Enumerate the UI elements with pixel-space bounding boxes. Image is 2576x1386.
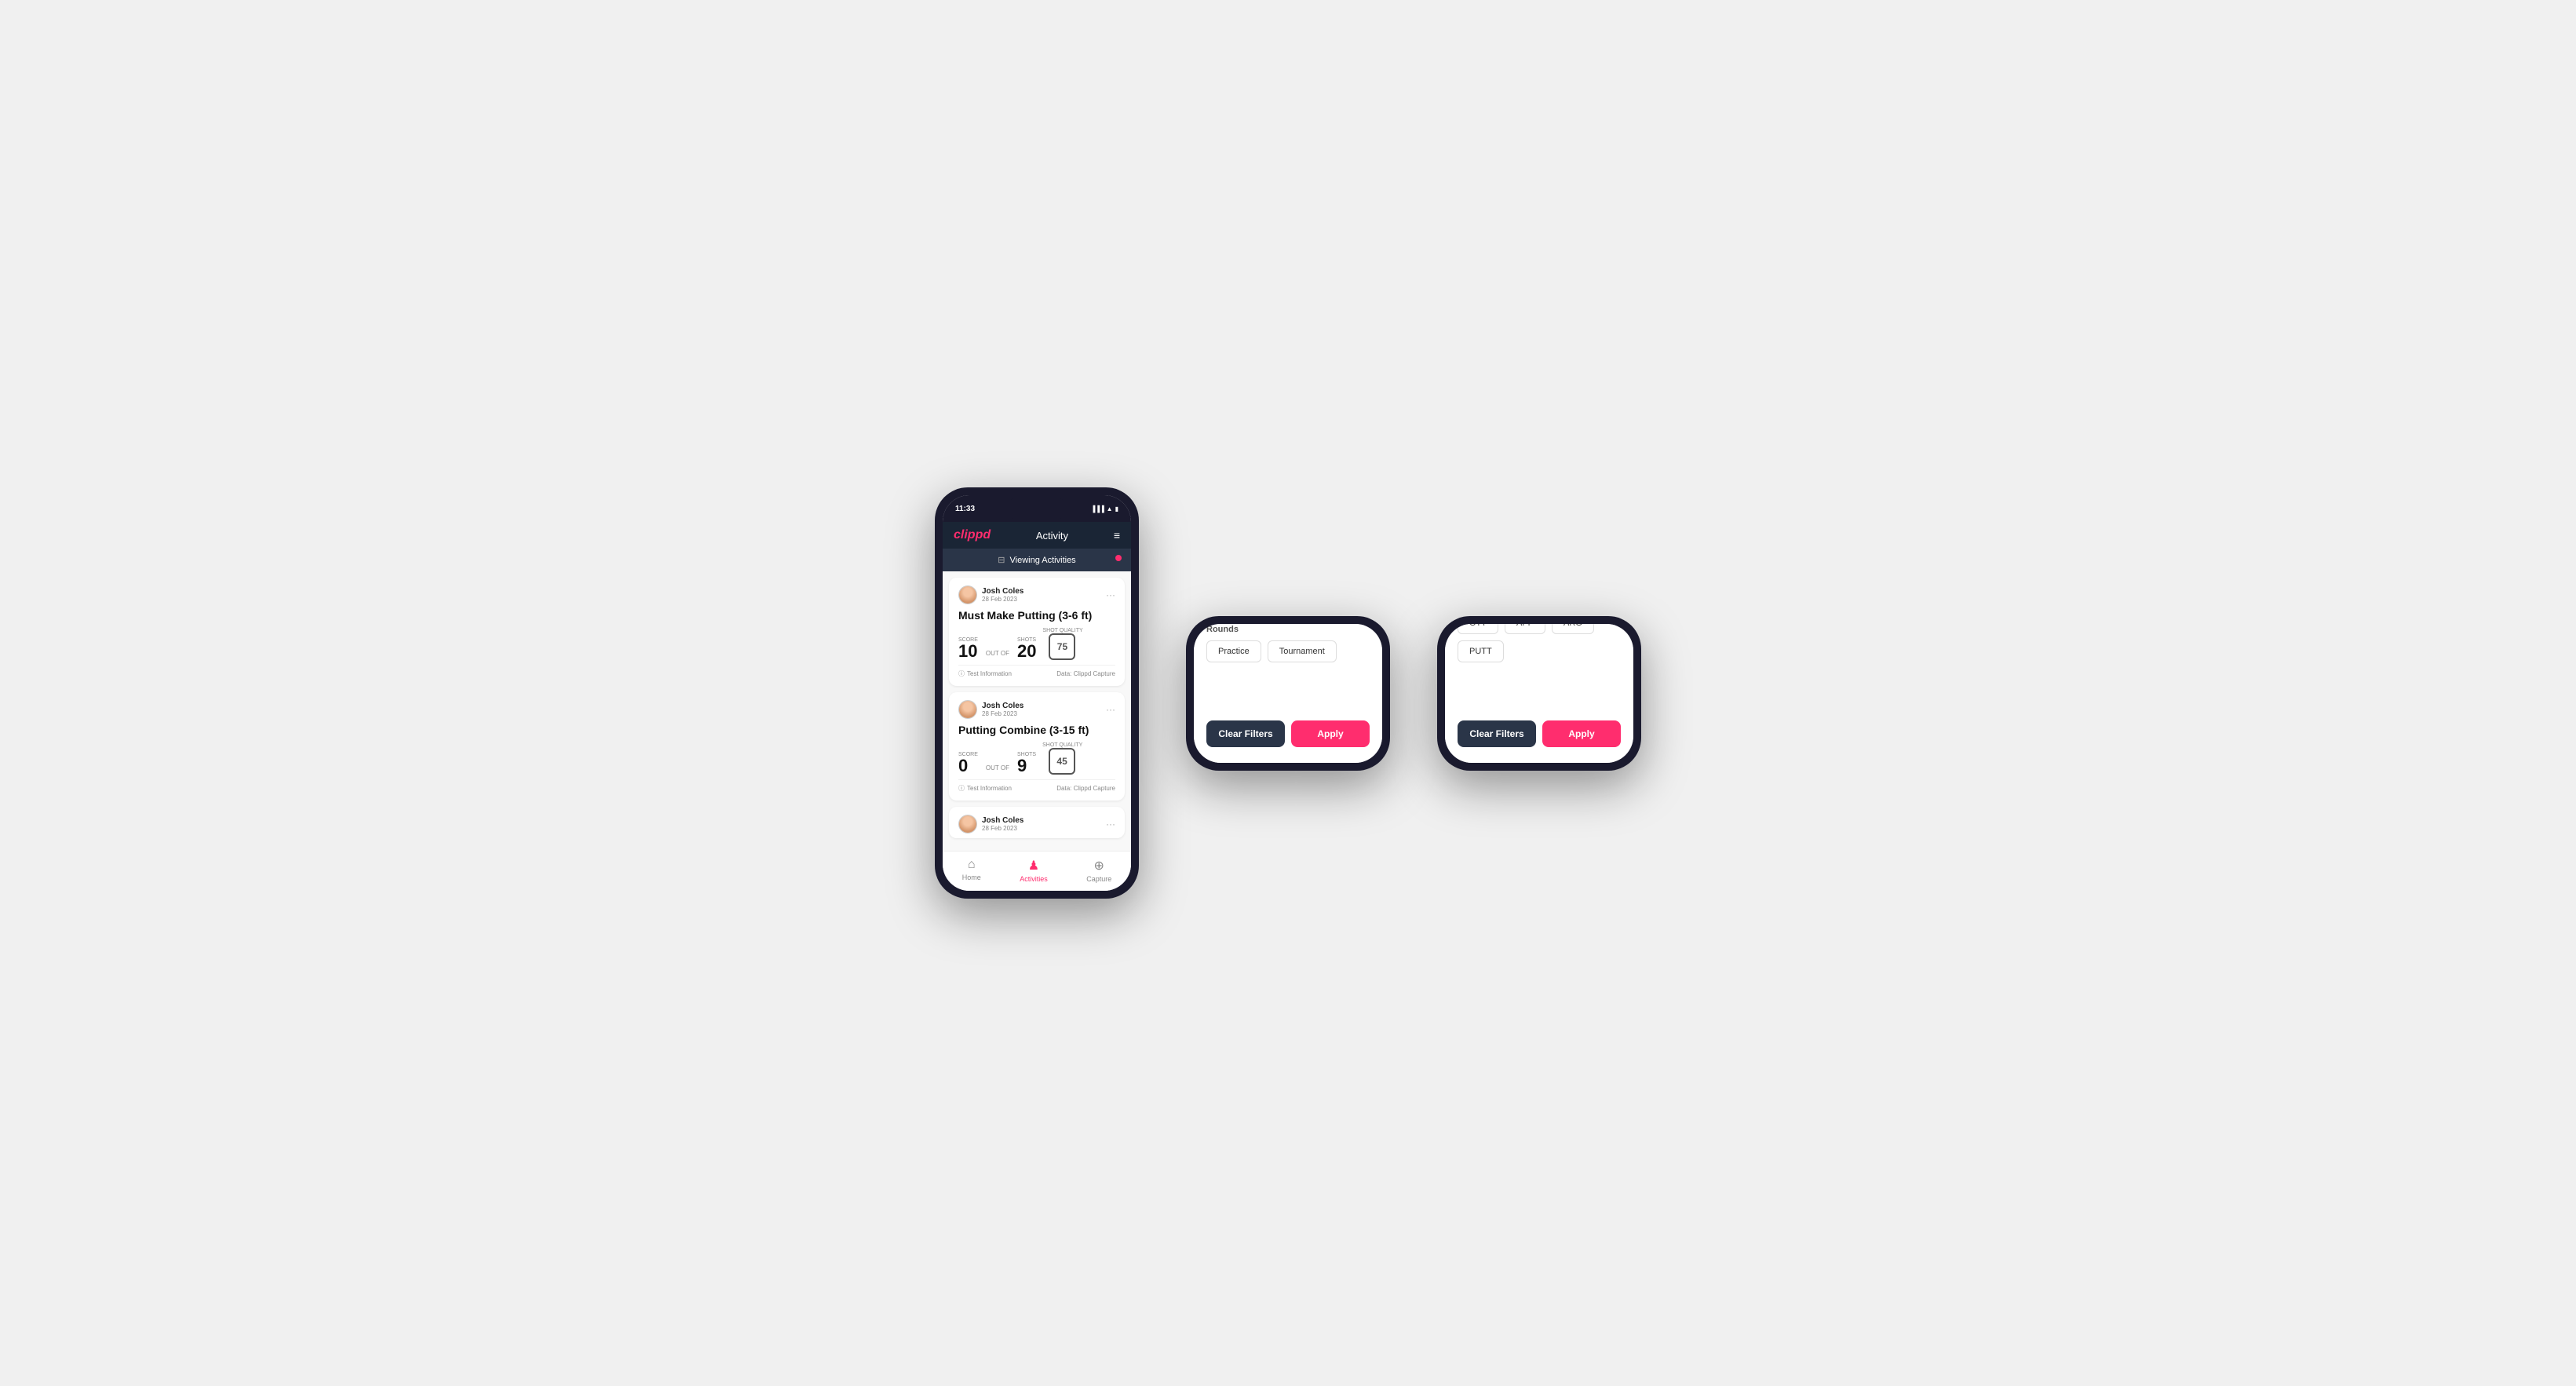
status-bar-1: 11:33 ▐▐▐ ▲ ▮ — [943, 495, 1131, 522]
home-label: Home — [962, 874, 981, 881]
phone-3: 11:33 ▐▐▐ ▲ ▮ clippd Activity ≡ ⊟ Viewin… — [1437, 616, 1641, 771]
logo-1: clippd — [954, 528, 991, 542]
menu-icon-1[interactable]: ≡ — [1114, 529, 1120, 542]
rounds-btn-row-2: Practice Tournament — [1206, 640, 1370, 662]
signal-icon: ▐▐▐ — [1091, 505, 1104, 512]
nav-activities[interactable]: ♟ Activities — [1020, 858, 1048, 883]
stats-row-1: Score 10 OUT OF Shots 20 Shot Quality 75 — [958, 628, 1115, 660]
bottom-nav-1: ⌂ Home ♟ Activities ⊕ Capture — [943, 851, 1131, 891]
user-name-3: Josh Coles — [982, 816, 1023, 825]
out-of-1: OUT OF — [986, 650, 1009, 657]
user-date-3: 28 Feb 2023 — [982, 825, 1023, 832]
activities-icon: ♟ — [1028, 858, 1039, 874]
card-footer-2: ⓘ Test Information Data: Clippd Capture — [958, 779, 1115, 793]
clear-filters-btn-2[interactable]: Clear Filters — [1206, 720, 1285, 747]
activity-title-2: Putting Combine (3-15 ft) — [958, 724, 1115, 736]
practice-btn-2[interactable]: Practice — [1206, 640, 1261, 662]
clear-filters-btn-3[interactable]: Clear Filters — [1458, 720, 1536, 747]
status-time-1: 11:33 — [955, 505, 975, 513]
arg-btn[interactable]: ARG — [1552, 624, 1594, 634]
more-btn-2[interactable]: ··· — [1106, 704, 1115, 715]
out-of-2: OUT OF — [986, 764, 1009, 771]
nav-home[interactable]: ⌂ Home — [962, 858, 981, 883]
notch-1 — [1005, 498, 1068, 519]
avatar-1 — [958, 585, 977, 604]
drills-btn-row-3: OTT APP ARG PUTT — [1458, 624, 1621, 662]
more-btn-1[interactable]: ··· — [1106, 589, 1115, 600]
battery-icon: ▮ — [1115, 505, 1118, 512]
capture-icon: ⊕ — [1094, 858, 1104, 874]
filter-footer-2: Clear Filters Apply — [1206, 720, 1370, 747]
avatar-3 — [958, 815, 977, 833]
activities-label: Activities — [1020, 875, 1048, 883]
rounds-label-2: Rounds — [1206, 625, 1370, 634]
user-info-3: Josh Coles 28 Feb 2023 — [958, 815, 1023, 833]
filter-sheet-3: Filter ✕ Show Rounds Practice Drills Pra… — [1445, 624, 1633, 763]
app-btn[interactable]: APP — [1505, 624, 1545, 634]
tournament-btn-2[interactable]: Tournament — [1268, 640, 1337, 662]
filter-footer-3: Clear Filters Apply — [1458, 720, 1621, 747]
app-header-1: clippd Activity ≡ — [943, 522, 1131, 549]
status-icons-1: ▐▐▐ ▲ ▮ — [1091, 505, 1118, 512]
score-value-2: 0 — [958, 757, 978, 775]
activity-card-2: Josh Coles 28 Feb 2023 ··· Putting Combi… — [949, 692, 1125, 801]
header-title-1: Activity — [1036, 530, 1068, 542]
nav-capture[interactable]: ⊕ Capture — [1086, 858, 1111, 883]
card-footer-1: ⓘ Test Information Data: Clippd Capture — [958, 665, 1115, 678]
apply-btn-2[interactable]: Apply — [1291, 720, 1370, 747]
activity-card-1: Josh Coles 28 Feb 2023 ··· Must Make Put… — [949, 578, 1125, 686]
avatar-2 — [958, 700, 977, 719]
phone-2: 11:33 ▐▐▐ ▲ ▮ clippd Activity ≡ ⊟ Viewin… — [1186, 616, 1390, 771]
user-info-2: Josh Coles 28 Feb 2023 — [958, 700, 1023, 719]
activity-card-3: Josh Coles 28 Feb 2023 ··· — [949, 807, 1125, 838]
footer-info-1: ⓘ Test Information — [958, 669, 1012, 678]
filter-sheet-2: Filter ✕ Show Rounds Practice Drills Rou… — [1194, 624, 1382, 763]
wifi-icon: ▲ — [1107, 505, 1113, 512]
viewing-bar-text-1: Viewing Activities — [1010, 556, 1076, 565]
footer-data-1: Data: Clippd Capture — [1056, 670, 1115, 677]
ott-btn[interactable]: OTT — [1458, 624, 1498, 634]
user-name-2: Josh Coles — [982, 702, 1023, 710]
info-icon-2: ⓘ — [958, 784, 965, 793]
user-date-2: 28 Feb 2023 — [982, 710, 1023, 717]
activities-list-1: Josh Coles 28 Feb 2023 ··· Must Make Put… — [943, 571, 1131, 851]
info-icon-1: ⓘ — [958, 669, 965, 678]
user-name-1: Josh Coles — [982, 587, 1023, 596]
footer-info-2: ⓘ Test Information — [958, 784, 1012, 793]
scene: 11:33 ▐▐▐ ▲ ▮ clippd Activity ≡ ⊟ Viewin… — [903, 456, 1673, 930]
red-dot-1 — [1115, 555, 1122, 561]
user-date-1: 28 Feb 2023 — [982, 596, 1023, 603]
sq-label-1: Shot Quality — [1042, 628, 1082, 633]
viewing-bar-1[interactable]: ⊟ Viewing Activities — [943, 549, 1131, 571]
stats-row-2: Score 0 OUT OF Shots 9 Shot Quality 45 — [958, 742, 1115, 775]
score-value-1: 10 — [958, 643, 978, 660]
putt-btn[interactable]: PUTT — [1458, 640, 1504, 662]
sq-label-2: Shot Quality — [1042, 742, 1082, 748]
sq-badge-2: 45 — [1049, 748, 1075, 775]
sq-badge-1: 75 — [1049, 633, 1075, 660]
footer-data-2: Data: Clippd Capture — [1056, 785, 1115, 792]
more-btn-3[interactable]: ··· — [1106, 819, 1115, 830]
filter-icon-1: ⊟ — [998, 555, 1005, 565]
shots-value-2: 9 — [1017, 757, 1036, 775]
phone-1: 11:33 ▐▐▐ ▲ ▮ clippd Activity ≡ ⊟ Viewin… — [935, 487, 1139, 899]
shots-value-1: 20 — [1017, 643, 1036, 660]
activity-title-1: Must Make Putting (3-6 ft) — [958, 609, 1115, 622]
home-icon: ⌂ — [968, 858, 976, 872]
user-info-1: Josh Coles 28 Feb 2023 — [958, 585, 1023, 604]
capture-label: Capture — [1086, 875, 1111, 883]
apply-btn-3[interactable]: Apply — [1542, 720, 1621, 747]
